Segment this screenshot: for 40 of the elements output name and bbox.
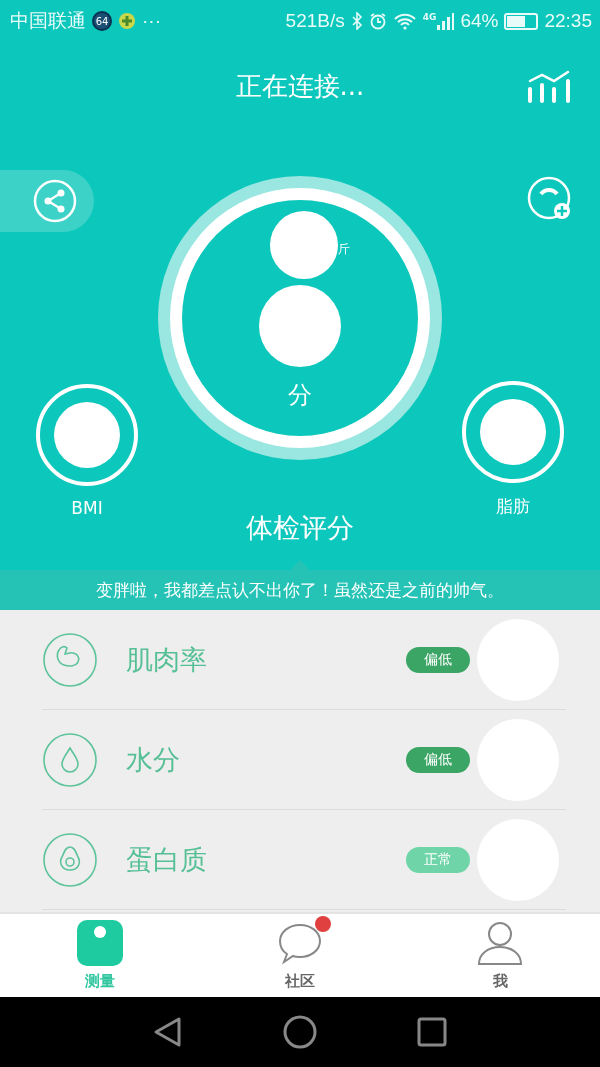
tab[interactable]: 社区 <box>200 914 400 997</box>
weight-unit: 斤 <box>338 240 350 258</box>
drop-icon <box>42 731 98 788</box>
metric-name: 肌肉率 <box>126 642 208 677</box>
sim-badge: 64 <box>92 11 112 31</box>
network-type: 4G <box>422 12 437 22</box>
app-notification-icon <box>118 12 136 30</box>
network-speed: 521B/s <box>285 10 345 32</box>
scale-icon <box>77 920 123 966</box>
status-tag: 偏低 <box>406 746 470 773</box>
score-unit: 分 <box>288 380 312 411</box>
metric-name: 蛋白质 <box>126 842 208 877</box>
carrier-name: 中国联通 <box>10 9 86 33</box>
notification-dot <box>315 916 331 932</box>
egg-icon <box>42 831 98 888</box>
status-tag: 偏低 <box>406 646 470 673</box>
home-icon[interactable] <box>283 1015 317 1049</box>
wifi-icon <box>392 12 417 30</box>
signal-icon <box>436 12 455 30</box>
bluetooth-icon <box>350 12 363 30</box>
battery-percent: 64% <box>460 10 499 32</box>
redaction-mark <box>54 402 120 468</box>
person-icon <box>477 920 523 966</box>
battery-icon <box>504 12 539 30</box>
section-title: 体检评分 <box>246 511 354 545</box>
more-notifications: ··· <box>142 10 161 32</box>
metric-name: 水分 <box>126 742 181 777</box>
gauge-label: BMI <box>71 498 103 518</box>
page-title: 正在连接... <box>234 69 366 103</box>
alarm-icon <box>368 12 387 30</box>
status-tag: 正常 <box>406 846 470 873</box>
recents-icon[interactable] <box>417 1017 447 1047</box>
clock: 22:35 <box>544 10 592 32</box>
message-bar: 变胖啦，我都差点认不出你了！虽然还是之前的帅气。 <box>0 570 600 610</box>
arm-icon <box>42 631 98 688</box>
redaction-mark <box>480 399 546 465</box>
tab[interactable]: 我 <box>400 914 600 997</box>
share-icon <box>33 179 77 223</box>
back-icon[interactable] <box>153 1016 183 1048</box>
gauge-label: 脂肪 <box>496 495 530 518</box>
